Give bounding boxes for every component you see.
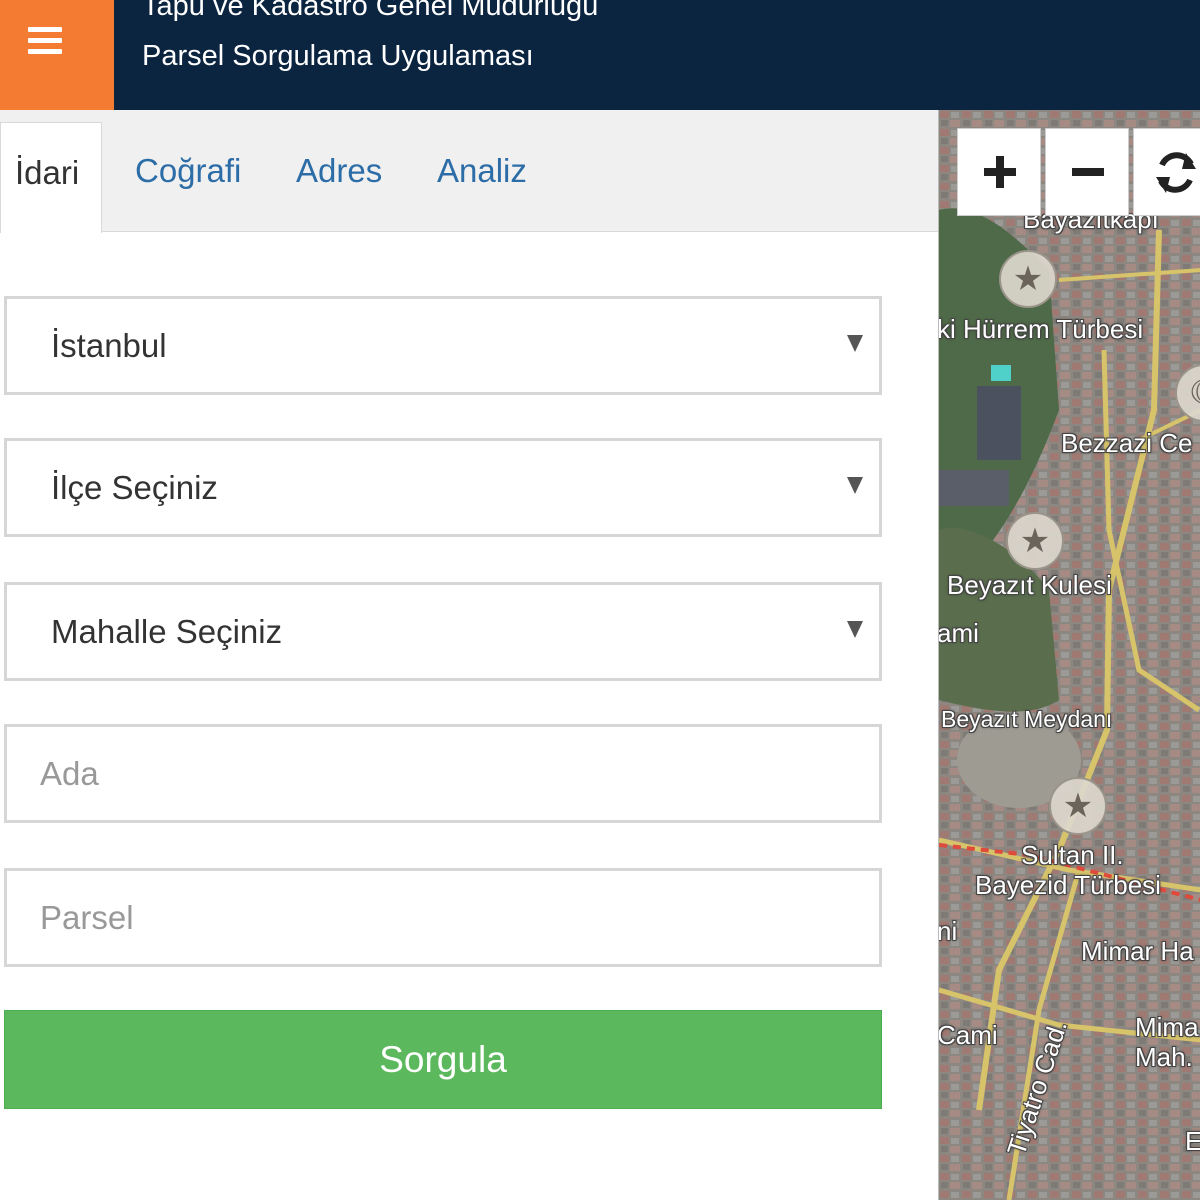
map-label: Mima — [1135, 1012, 1199, 1042]
map-view[interactable]: ★ ★ ★ ☾ Bayazıtkapı ki Hürrem Türbesi Be… — [938, 110, 1200, 1200]
query-panel: İdari Coğrafi Adres Analiz İstanbul İlçe… — [0, 110, 938, 1200]
map-label: Bayezid Türbesi — [975, 870, 1161, 900]
ada-input[interactable] — [4, 724, 882, 823]
map-label: Beyazıt Kulesi — [947, 570, 1112, 600]
mosque-crescent-icon[interactable]: ☾ — [1175, 364, 1200, 422]
map-label: Mimar Ha — [1081, 936, 1194, 966]
tab-idari[interactable]: İdari — [0, 122, 102, 233]
map-label: Beyazıt Meydanı — [941, 706, 1113, 732]
map-label: ki Hürrem Türbesi — [938, 314, 1144, 344]
landmark-star-icon[interactable]: ★ — [1049, 777, 1107, 835]
map-label: ami — [938, 618, 979, 648]
mahalle-select[interactable]: Mahalle Seçiniz — [4, 582, 882, 681]
sorgula-button[interactable]: Sorgula — [4, 1010, 882, 1109]
tab-adres[interactable]: Adres — [296, 110, 382, 232]
app-title: Tapu ve Kadastro Genel Müdürlüğü — [142, 0, 599, 22]
menu-button[interactable] — [0, 0, 114, 110]
ilce-select[interactable]: İlçe Seçiniz — [4, 438, 882, 537]
tab-cografi[interactable]: Coğrafi — [135, 110, 241, 232]
ilce-select-value: İlçe Seçiniz — [51, 469, 218, 506]
map-label: ni — [938, 916, 958, 946]
il-select[interactable]: İstanbul — [4, 296, 882, 395]
zoom-in-button[interactable] — [957, 128, 1041, 216]
caret-down-icon — [847, 335, 863, 352]
tab-bar: İdari Coğrafi Adres Analiz — [0, 110, 938, 233]
refresh-button[interactable] — [1133, 128, 1200, 216]
caret-down-icon — [847, 621, 863, 638]
parsel-input[interactable] — [4, 868, 882, 967]
caret-down-icon — [847, 477, 863, 494]
map-label: Bezzazi Ce — [1061, 428, 1193, 458]
refresh-icon — [1156, 152, 1196, 193]
il-select-value: İstanbul — [51, 327, 167, 364]
app-subtitle: Parsel Sorgulama Uygulaması — [142, 40, 534, 72]
map-label: Sultan II. — [1021, 840, 1124, 870]
tab-analiz[interactable]: Analiz — [437, 110, 527, 232]
mahalle-select-value: Mahalle Seçiniz — [51, 613, 283, 650]
landmark-star-icon[interactable]: ★ — [999, 250, 1057, 308]
landmark-star-icon[interactable]: ★ — [1006, 512, 1064, 570]
map-label: Mah. — [1135, 1042, 1193, 1072]
app-header: Tapu ve Kadastro Genel Müdürlüğü Parsel … — [0, 0, 1200, 110]
map-label: E — [1185, 1126, 1200, 1157]
map-label: Cami — [938, 1020, 998, 1050]
zoom-out-button[interactable] — [1045, 128, 1129, 216]
zoom-in-icon — [984, 156, 1016, 188]
zoom-out-icon — [1072, 168, 1104, 176]
